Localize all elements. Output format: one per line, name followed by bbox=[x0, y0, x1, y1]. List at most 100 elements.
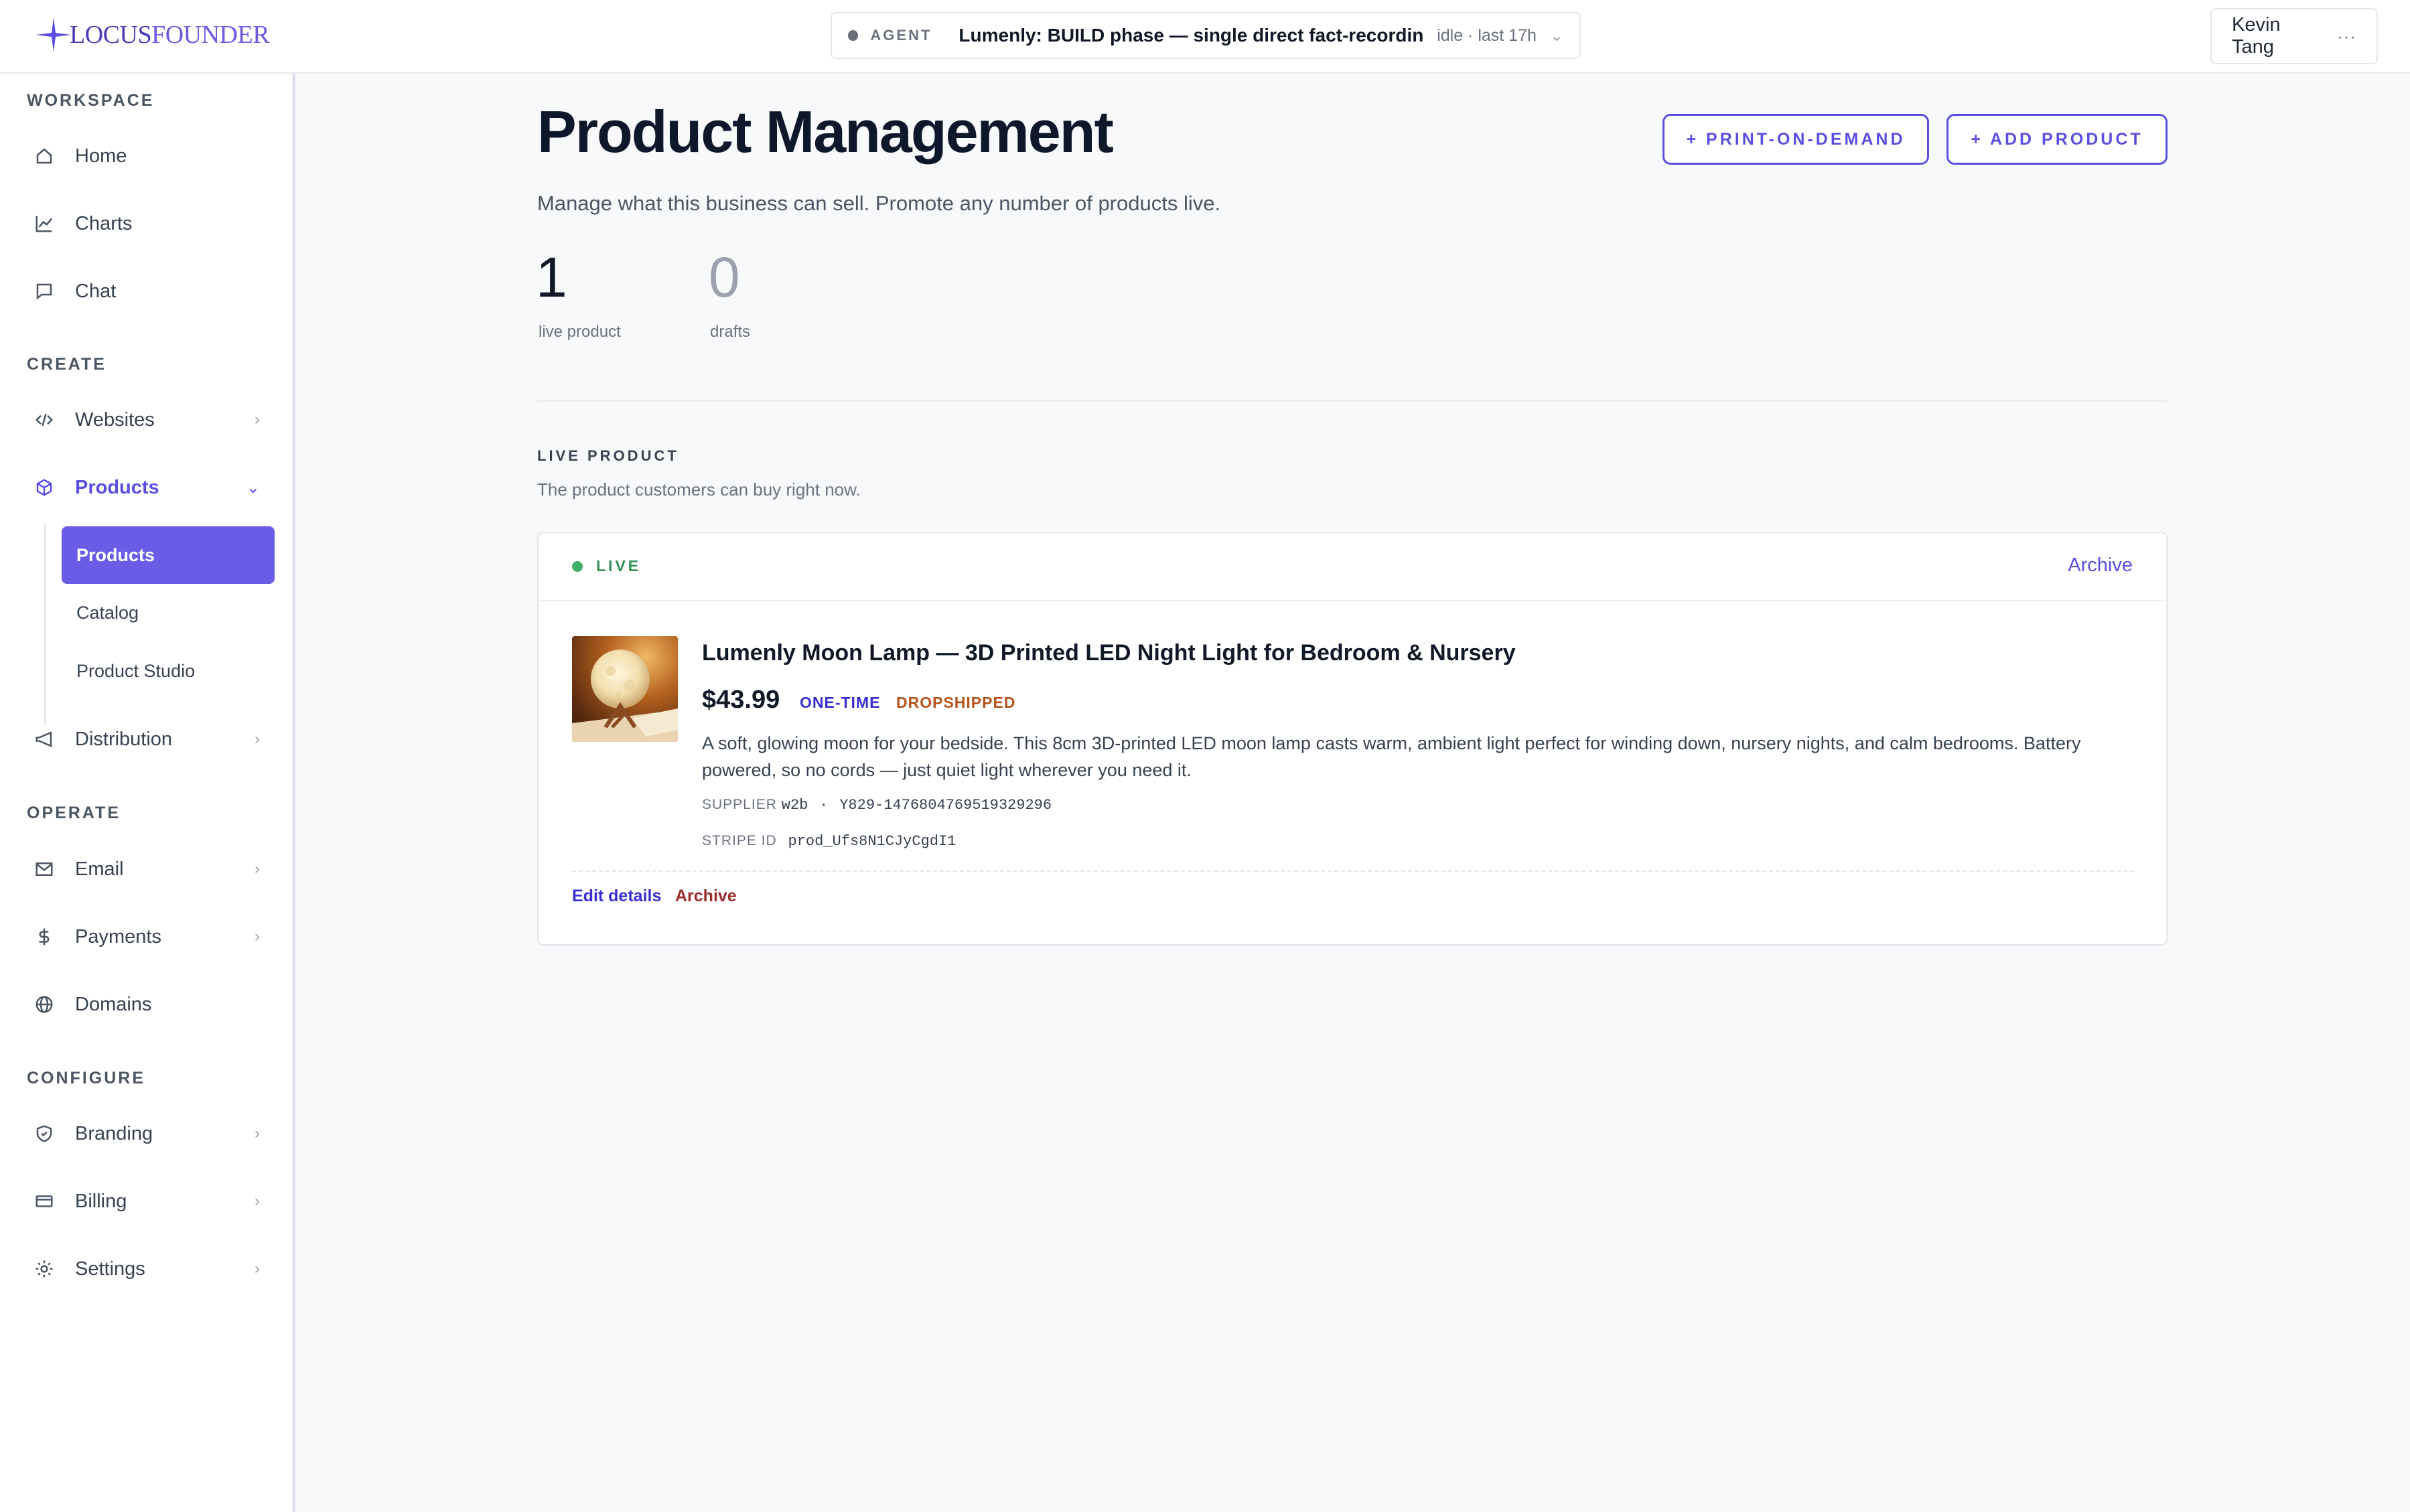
chevron-right-icon: › bbox=[255, 1260, 260, 1278]
submenu-item-catalog[interactable]: Catalog bbox=[62, 584, 275, 641]
megaphone-icon bbox=[31, 726, 58, 753]
agent-last-active: idle · last 17h bbox=[1437, 25, 1537, 45]
agent-status-dot bbox=[848, 30, 859, 41]
supplier-separator: · bbox=[819, 797, 829, 814]
chevron-right-icon: › bbox=[255, 1192, 260, 1210]
mail-icon bbox=[31, 856, 58, 883]
section-configure: CONFIGURE bbox=[27, 1069, 145, 1087]
live-product-count: 1 bbox=[536, 246, 567, 309]
product-description: A soft, glowing moon for your bedside. T… bbox=[702, 733, 2081, 780]
card-divider bbox=[572, 871, 2134, 872]
sidebar-item-products[interactable]: Products ⌄ bbox=[27, 464, 268, 511]
dollar-icon bbox=[31, 923, 58, 950]
sidebar-item-label: Websites bbox=[75, 408, 155, 431]
sidebar-item-domains[interactable]: Domains bbox=[27, 981, 268, 1028]
section-workspace: WORKSPACE bbox=[27, 91, 155, 110]
supplier-sku: Y829-1476804769519329296 bbox=[839, 797, 1052, 814]
sidebar-item-label: Branding bbox=[75, 1122, 153, 1144]
product-card: LIVE Archive Lumenly Moon Lamp — 3D Prin… bbox=[537, 532, 2168, 946]
sidebar-item-label: Settings bbox=[75, 1258, 145, 1280]
product-card-header: LIVE Archive bbox=[539, 533, 2166, 601]
sidebar-item-home[interactable]: Home bbox=[27, 133, 268, 179]
supplier-label: SUPPLIER bbox=[702, 797, 777, 812]
sparkle-logo-icon bbox=[36, 17, 71, 52]
chevron-down-icon: ⌄ bbox=[246, 478, 260, 497]
brand-name: LOCUSFOUNDER bbox=[70, 21, 270, 49]
submenu-item-products[interactable]: Products bbox=[62, 526, 275, 584]
sidebar: WORKSPACE Home Charts Chat CREATE Websit… bbox=[0, 74, 295, 1512]
live-status-badge: LIVE bbox=[596, 557, 642, 575]
page-subtitle: Manage what this business can sell. Prom… bbox=[537, 192, 1221, 215]
gear-icon bbox=[31, 1256, 58, 1282]
section-create: CREATE bbox=[27, 355, 107, 374]
product-thumbnail[interactable] bbox=[572, 636, 678, 742]
edit-details-link[interactable]: Edit details bbox=[572, 887, 661, 906]
globe-icon bbox=[31, 991, 58, 1018]
archive-link[interactable]: Archive bbox=[675, 887, 737, 906]
chart-icon bbox=[31, 210, 58, 237]
sidebar-item-label: Billing bbox=[75, 1190, 127, 1212]
live-product-description: The product customers can buy right now. bbox=[537, 479, 861, 500]
code-icon bbox=[31, 406, 58, 433]
billing-type-badge: ONE-TIME bbox=[800, 694, 881, 711]
sidebar-item-payments[interactable]: Payments › bbox=[27, 913, 268, 960]
sidebar-item-label: Charts bbox=[75, 212, 133, 234]
user-name: Kevin Tang bbox=[2232, 14, 2281, 58]
stripe-info: STRIPE ID prod_Ufs8N1CJyCgdI1 bbox=[702, 833, 956, 850]
fulfillment-badge: DROPSHIPPED bbox=[896, 694, 1016, 711]
supplier-name: w2b bbox=[781, 797, 808, 814]
sidebar-item-label: Home bbox=[75, 145, 127, 167]
supplier-info: SUPPLIER w2b · Y829-1476804769519329296 bbox=[702, 797, 1052, 814]
chevron-right-icon: › bbox=[255, 1124, 260, 1142]
chat-icon bbox=[31, 278, 58, 305]
stripe-id: prod_Ufs8N1CJyCgdI1 bbox=[788, 833, 956, 850]
add-product-button[interactable]: + ADD PRODUCT bbox=[1946, 114, 2168, 165]
sidebar-item-label: Payments bbox=[75, 925, 161, 948]
stripe-label: STRIPE ID bbox=[702, 833, 777, 848]
live-status-dot bbox=[572, 561, 583, 572]
chevron-down-icon: ⌄ bbox=[1549, 26, 1563, 45]
brand-logo[interactable]: LOCUSFOUNDER bbox=[35, 15, 270, 55]
chevron-right-icon: › bbox=[255, 730, 260, 748]
sidebar-item-label: Email bbox=[75, 858, 124, 880]
live-product-label: live product bbox=[539, 323, 621, 341]
agent-status-dropdown[interactable]: AGENT Lumenly: BUILD phase — single dire… bbox=[831, 12, 1581, 59]
product-title: Lumenly Moon Lamp — 3D Printed LED Night… bbox=[702, 640, 1516, 666]
user-menu[interactable]: Kevin Tang ··· bbox=[2210, 8, 2378, 64]
more-icon: ··· bbox=[2337, 25, 2356, 46]
chevron-right-icon: › bbox=[255, 927, 260, 946]
archive-button[interactable]: Archive bbox=[2068, 554, 2133, 577]
section-divider bbox=[537, 400, 2168, 402]
sidebar-item-branding[interactable]: Branding › bbox=[27, 1110, 268, 1157]
sidebar-item-distribution[interactable]: Distribution › bbox=[27, 716, 268, 763]
submenu-guide-line bbox=[44, 524, 46, 725]
moon-lamp-image bbox=[572, 650, 678, 742]
drafts-count: 0 bbox=[709, 246, 740, 309]
home-icon bbox=[31, 143, 58, 169]
chevron-right-icon: › bbox=[255, 860, 260, 878]
agent-task-title: Lumenly: BUILD phase — single direct fac… bbox=[959, 25, 1424, 46]
agent-label: AGENT bbox=[870, 27, 932, 44]
page-title: Product Management bbox=[537, 98, 1114, 165]
section-operate: OPERATE bbox=[27, 804, 121, 822]
sidebar-item-label: Chat bbox=[75, 280, 117, 302]
box-icon bbox=[31, 474, 58, 501]
chevron-right-icon: › bbox=[255, 410, 260, 429]
shield-icon bbox=[31, 1120, 58, 1147]
sidebar-item-websites[interactable]: Websites › bbox=[27, 396, 268, 443]
submenu-item-product-studio[interactable]: Product Studio bbox=[62, 642, 275, 700]
sidebar-item-label: Distribution bbox=[75, 728, 173, 750]
sidebar-item-label: Domains bbox=[75, 993, 152, 1015]
print-on-demand-button[interactable]: + PRINT-ON-DEMAND bbox=[1662, 114, 1929, 165]
sidebar-item-label: Products bbox=[75, 476, 159, 498]
drafts-label: drafts bbox=[710, 323, 751, 341]
credit-card-icon bbox=[31, 1188, 58, 1215]
sidebar-item-charts[interactable]: Charts bbox=[27, 200, 268, 247]
sidebar-item-chat[interactable]: Chat bbox=[27, 268, 268, 315]
sidebar-item-email[interactable]: Email › bbox=[27, 846, 268, 893]
top-bar: LOCUSFOUNDER AGENT Lumenly: BUILD phase … bbox=[0, 0, 2410, 74]
live-product-heading: LIVE PRODUCT bbox=[537, 447, 679, 464]
sidebar-item-billing[interactable]: Billing › bbox=[27, 1178, 268, 1225]
sidebar-item-settings[interactable]: Settings › bbox=[27, 1245, 268, 1292]
product-price: $43.99 bbox=[702, 686, 780, 714]
